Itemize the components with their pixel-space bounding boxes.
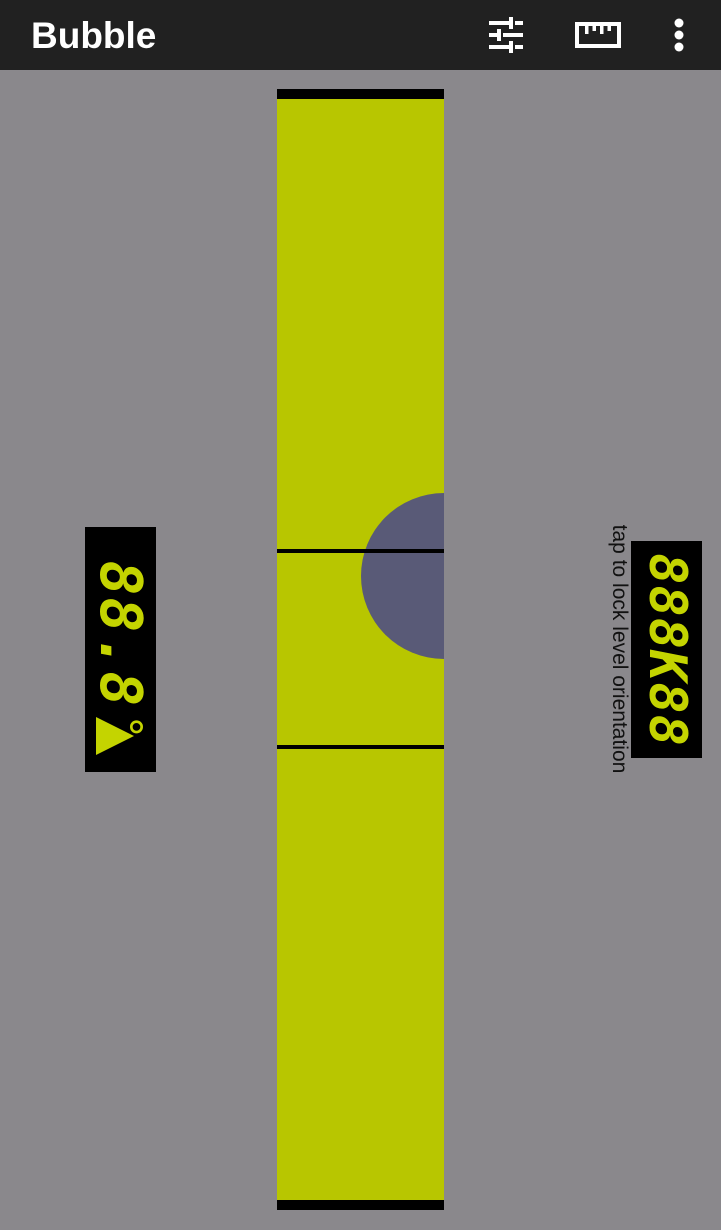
level-mark-lower: [277, 745, 444, 749]
direction-triangle-icon: [96, 717, 134, 755]
lock-hint[interactable]: tap to lock level orientation: [605, 513, 633, 785]
bubble: [361, 493, 444, 659]
level-mark-upper: [277, 549, 444, 553]
tube-top-cap: [277, 89, 444, 99]
ruler-icon: [575, 22, 621, 48]
lock-display[interactable]: 888K88: [631, 541, 702, 758]
app-title: Bubble: [31, 15, 157, 56]
more-vert-icon: [674, 18, 684, 52]
angle-value: 88.8: [86, 560, 155, 708]
tune-icon: [489, 17, 523, 53]
level-canvas[interactable]: 88.8° 888K88 tap to lock level orientati…: [0, 70, 721, 1230]
lock-value: 888K88: [636, 552, 697, 747]
lock-hint-text: tap to lock level orientation: [608, 524, 631, 774]
ruler-button[interactable]: [573, 10, 623, 60]
level-tube: [277, 89, 444, 1210]
tune-button[interactable]: [481, 10, 531, 60]
app-bar: Bubble: [0, 0, 721, 70]
more-options-button[interactable]: [654, 10, 704, 60]
tube-bottom-cap: [277, 1200, 444, 1210]
